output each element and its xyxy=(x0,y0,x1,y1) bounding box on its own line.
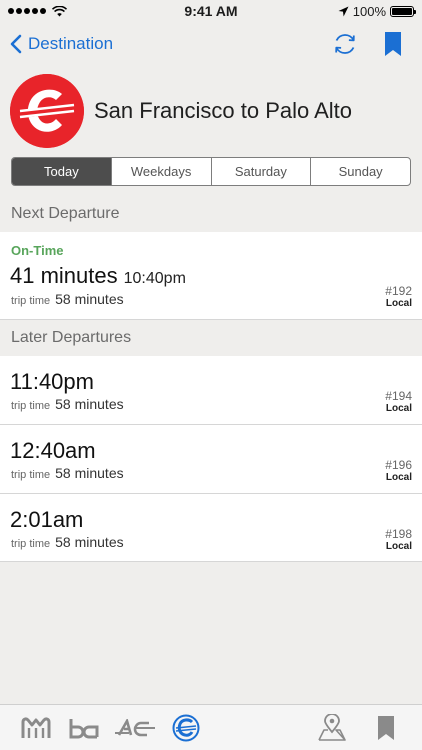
refresh-icon[interactable] xyxy=(332,31,358,57)
departure-row[interactable]: 12:40am trip time 58 minutes #196 Local xyxy=(0,425,422,494)
wifi-icon xyxy=(52,5,67,16)
departure-wait: 41 minutes 10:40pm xyxy=(10,263,186,289)
status-badge: On-Time xyxy=(11,243,64,258)
departure-time: 2:01am xyxy=(10,507,84,532)
route-header: San Francisco to Palo Alto xyxy=(0,66,422,156)
segment-saturday[interactable]: Saturday xyxy=(212,158,312,185)
battery-group: 100% xyxy=(338,3,416,19)
trip-time: trip time 58 minutes xyxy=(11,396,124,412)
wait-minutes: 41 minutes xyxy=(10,263,118,288)
back-button[interactable]: Destination xyxy=(10,34,113,54)
trip-label: trip time xyxy=(11,538,51,550)
tab-caltrain[interactable] xyxy=(166,708,206,748)
trip-label: trip time xyxy=(11,400,51,412)
train-type: Local xyxy=(385,541,412,552)
train-number: #194 xyxy=(385,389,412,403)
bookmark-icon xyxy=(378,715,394,740)
caltrain-logo xyxy=(10,74,84,148)
train-number: #198 xyxy=(385,527,412,541)
train-type: Local xyxy=(385,403,412,414)
tab-map[interactable] xyxy=(312,708,352,748)
battery-percent: 100% xyxy=(352,3,386,19)
trip-duration: 58 minutes xyxy=(55,465,124,481)
nav-bar: Destination xyxy=(0,22,422,66)
trip-duration: 58 minutes xyxy=(55,396,124,412)
battery-icon xyxy=(390,5,416,17)
segment-today[interactable]: Today xyxy=(12,158,112,185)
trip-duration: 58 minutes xyxy=(55,534,124,550)
tab-ac-transit[interactable] xyxy=(112,708,158,748)
location-arrow-icon xyxy=(338,6,349,16)
departure-time: 10:40pm xyxy=(123,270,186,287)
signal-strength-icon xyxy=(8,8,46,14)
bookmark-icon[interactable] xyxy=(384,31,402,57)
route-title: San Francisco to Palo Alto xyxy=(94,98,353,123)
bart-icon xyxy=(69,718,99,738)
trip-time: trip time 58 minutes xyxy=(11,534,124,550)
departure-time: 11:40pm xyxy=(10,369,94,394)
train-type: Local xyxy=(385,298,412,309)
status-bar: 9:41 AM 100% xyxy=(0,0,422,22)
muni-icon xyxy=(21,716,51,738)
back-label: Destination xyxy=(28,34,114,53)
tab-muni[interactable] xyxy=(16,708,56,748)
section-header-later: Later Departures xyxy=(0,320,422,356)
next-departure-row[interactable]: On-Time 41 minutes 10:40pm trip time 58 mi… xyxy=(0,232,422,320)
trip-time: trip time 58 minutes xyxy=(11,291,124,307)
trip-label: trip time xyxy=(11,469,51,481)
departure-time: 12:40am xyxy=(10,438,96,463)
departure-row[interactable]: 11:40pm trip time 58 minutes #194 Local xyxy=(0,356,422,425)
trip-duration: 58 minutes xyxy=(55,291,124,307)
trip-time: trip time 58 minutes xyxy=(11,465,124,481)
departure-row[interactable]: 2:01am trip time 58 minutes #198 Local xyxy=(0,494,422,562)
chevron-left-icon xyxy=(10,34,22,54)
schedule-day-selector: Today Weekdays Saturday Sunday xyxy=(11,157,411,186)
ac-transit-icon xyxy=(115,718,155,736)
map-pin-icon xyxy=(318,713,346,741)
train-number: #192 xyxy=(385,284,412,298)
caltrain-icon xyxy=(172,714,200,741)
train-number: #196 xyxy=(385,458,412,472)
train-type: Local xyxy=(385,472,412,483)
trip-label: trip time xyxy=(11,295,51,307)
tab-bart[interactable] xyxy=(64,708,104,748)
segment-weekdays[interactable]: Weekdays xyxy=(112,158,212,185)
tab-bookmarks[interactable] xyxy=(366,708,406,748)
section-header-next: Next Departure xyxy=(0,196,422,232)
tab-bar xyxy=(0,704,422,750)
signal-wifi-group xyxy=(8,5,67,17)
segment-sunday[interactable]: Sunday xyxy=(311,158,410,185)
